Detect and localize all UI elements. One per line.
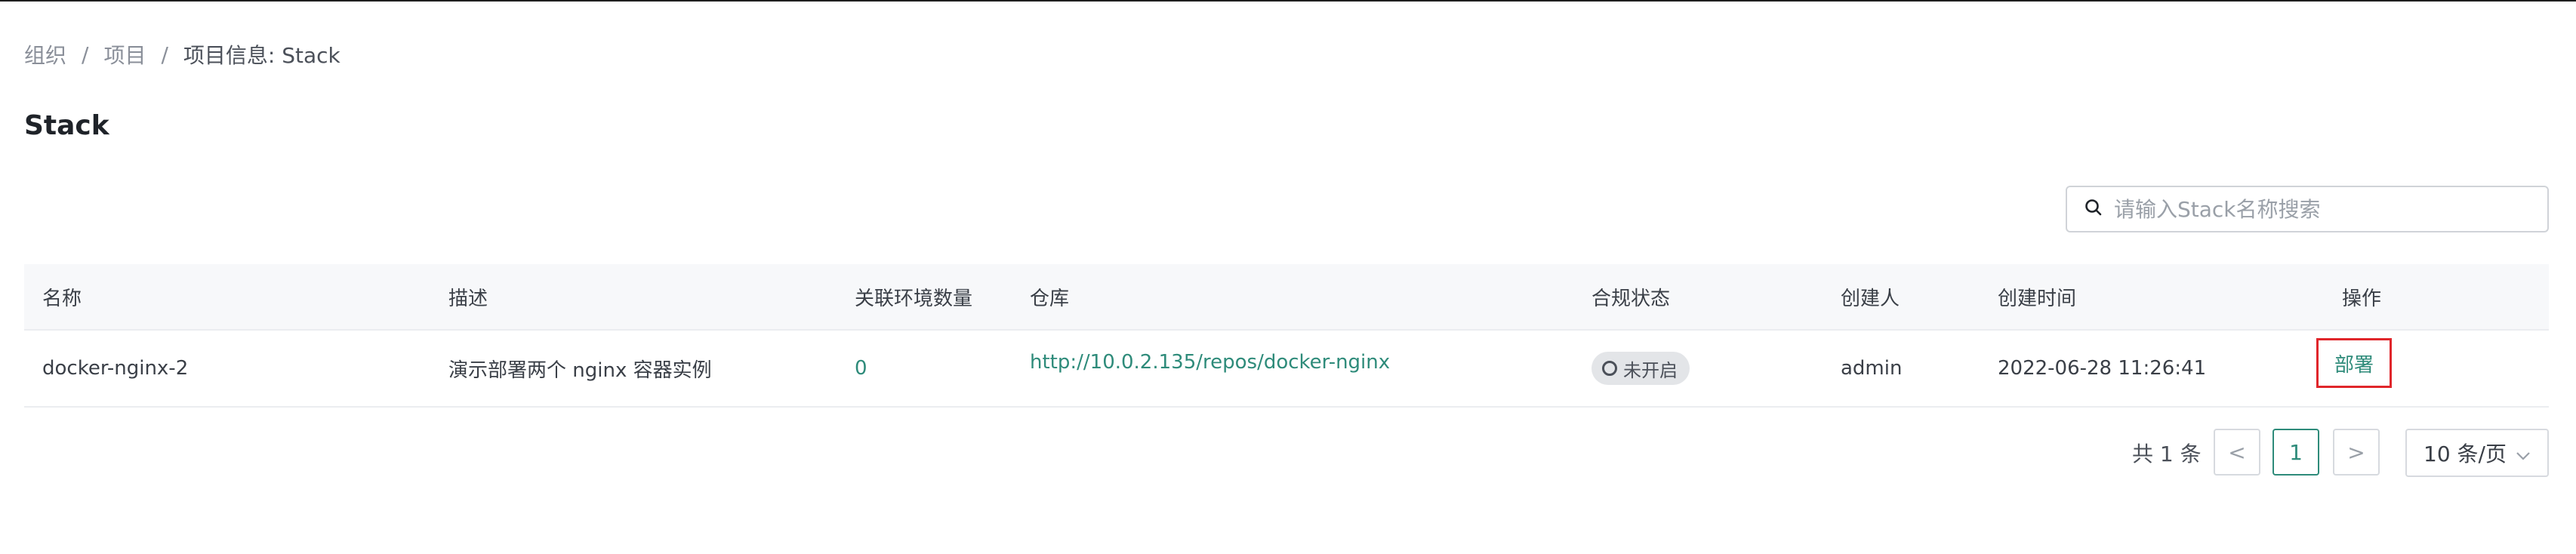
circle-outline-icon — [1602, 361, 1617, 376]
table-header: 名称 描述 关联环境数量 仓库 合规状态 创建人 创建时间 操作 — [24, 264, 2549, 329]
header-actions: 操作 — [2342, 287, 2382, 310]
cell-compliance: 未开启 — [1592, 331, 1690, 406]
cell-creator: admin — [1841, 357, 1903, 380]
header-creator: 创建人 — [1841, 287, 1900, 310]
cell-description: 演示部署两个 nginx 容器实例 — [448, 359, 712, 382]
header-description: 描述 — [448, 287, 488, 310]
page-size-select[interactable]: 10 条/页 — [2405, 429, 2549, 477]
prev-page-button[interactable]: < — [2214, 429, 2260, 476]
chevron-right-icon: > — [2347, 439, 2365, 465]
page-1-button[interactable]: 1 — [2272, 429, 2319, 476]
breadcrumb-separator: / — [161, 42, 168, 67]
breadcrumb-item-org[interactable]: 组织 — [24, 39, 66, 69]
header-repo: 仓库 — [1030, 287, 1070, 310]
stack-table: 名称 描述 关联环境数量 仓库 合规状态 创建人 创建时间 操作 docker-… — [24, 264, 2549, 408]
breadcrumb: 组织 / 项目 / 项目信息: Stack — [24, 39, 340, 69]
search-box — [2066, 186, 2549, 232]
table-row: docker-nginx-2 演示部署两个 nginx 容器实例 0 http:… — [24, 329, 2549, 408]
page-title: Stack — [24, 110, 109, 141]
search-icon — [2084, 198, 2103, 220]
deploy-highlight: 部署 — [2316, 338, 2392, 388]
breadcrumb-current: 项目信息: Stack — [183, 43, 340, 68]
header-name: 名称 — [42, 287, 82, 310]
compliance-badge: 未开启 — [1592, 352, 1690, 385]
chevron-down-icon — [2516, 441, 2531, 466]
compliance-label: 未开启 — [1623, 359, 1678, 381]
repo-link[interactable]: http://10.0.2.135/repos/docker-nginx — [1030, 351, 1390, 374]
pagination-total: 共 1 条 — [2132, 442, 2202, 466]
header-env-count: 关联环境数量 — [855, 287, 973, 310]
next-page-button[interactable]: > — [2333, 429, 2380, 476]
chevron-left-icon: < — [2228, 439, 2246, 465]
breadcrumb-item-project[interactable]: 项目 — [103, 39, 146, 69]
header-compliance: 合规状态 — [1592, 287, 1671, 310]
deploy-button[interactable]: 部署 — [2334, 349, 2374, 377]
cell-name: docker-nginx-2 — [42, 357, 189, 380]
page-size-value: 10 条/页 — [2423, 442, 2507, 466]
header-created-at: 创建时间 — [1998, 287, 2077, 310]
cell-created-at: 2022-06-28 11:26:41 — [1998, 357, 2207, 380]
cell-env-count-link[interactable]: 0 — [855, 331, 867, 406]
breadcrumb-separator: / — [82, 42, 89, 67]
top-border — [0, 0, 2576, 2]
search-input[interactable] — [2112, 195, 2538, 223]
cell-repo: http://10.0.2.135/repos/docker-nginx — [1030, 331, 1390, 406]
